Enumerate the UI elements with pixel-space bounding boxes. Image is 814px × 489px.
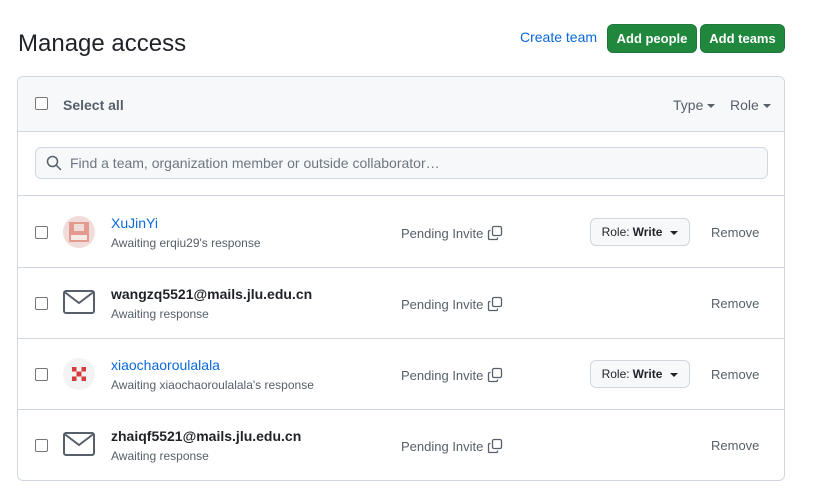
add-people-button[interactable]: Add people	[607, 24, 697, 53]
pending-invite-label: Pending Invite	[401, 296, 484, 312]
member-status: Awaiting response	[111, 307, 209, 321]
remove-button[interactable]: Remove	[711, 225, 759, 240]
pending-invite: Pending Invite	[401, 367, 503, 383]
pending-invite-label: Pending Invite	[401, 367, 484, 383]
role-filter-label: Role	[730, 97, 759, 113]
search-row	[18, 132, 784, 196]
role-value: Write	[632, 225, 663, 239]
member-status: Awaiting response	[111, 449, 209, 463]
member-name-link[interactable]: XuJinYi	[111, 215, 158, 231]
remove-button[interactable]: Remove	[711, 296, 759, 311]
panel-header: Select all Type Role	[18, 77, 784, 132]
role-dropdown-button[interactable]: Role: Write	[590, 360, 690, 388]
copy-icon[interactable]	[487, 225, 503, 241]
remove-button[interactable]: Remove	[711, 438, 759, 453]
avatar[interactable]	[63, 358, 95, 390]
member-row: XuJinYi Awaiting erqiu29's response Pend…	[18, 197, 784, 268]
select-all-checkbox[interactable]	[35, 97, 48, 110]
chevron-down-icon	[670, 230, 679, 235]
pending-invite: Pending Invite	[401, 225, 503, 241]
remove-button[interactable]: Remove	[711, 367, 759, 382]
mail-icon	[63, 290, 95, 319]
member-row: zhaiqf5521@mails.jlu.edu.cn Awaiting res…	[18, 410, 784, 480]
chevron-down-icon	[707, 103, 716, 108]
access-panel: Select all Type Role XuJinYi	[17, 76, 785, 481]
type-filter-dropdown[interactable]: Type	[673, 97, 716, 113]
copy-icon[interactable]	[487, 296, 503, 312]
member-email: wangzq5521@mails.jlu.edu.cn	[111, 286, 313, 302]
role-prefix: Role:	[601, 225, 630, 239]
pending-invite-label: Pending Invite	[401, 225, 484, 241]
member-status: Awaiting xiaochaoroulalala's response	[111, 378, 314, 392]
member-row: wangzq5521@mails.jlu.edu.cn Awaiting res…	[18, 268, 784, 339]
page-title: Manage access	[18, 30, 187, 57]
pending-invite: Pending Invite	[401, 296, 503, 312]
search-box	[35, 147, 768, 179]
avatar[interactable]	[63, 216, 95, 248]
pending-invite: Pending Invite	[401, 438, 503, 454]
select-all-label: Select all	[63, 97, 124, 113]
type-filter-label: Type	[673, 97, 704, 113]
pending-invite-label: Pending Invite	[401, 438, 484, 454]
role-prefix: Role:	[601, 367, 630, 381]
row-checkbox[interactable]	[35, 297, 48, 310]
member-row: xiaochaoroulalala Awaiting xiaochaoroula…	[18, 339, 784, 410]
mail-icon	[63, 432, 95, 461]
chevron-down-icon	[670, 372, 679, 377]
role-value: Write	[632, 367, 663, 381]
copy-icon[interactable]	[487, 367, 503, 383]
role-dropdown-button[interactable]: Role: Write	[590, 218, 690, 246]
member-name-link[interactable]: xiaochaoroulalala	[111, 357, 220, 373]
member-status: Awaiting erqiu29's response	[111, 236, 261, 250]
search-icon	[46, 155, 62, 171]
member-email: zhaiqf5521@mails.jlu.edu.cn	[111, 428, 302, 444]
role-filter-dropdown[interactable]: Role	[730, 97, 771, 113]
create-team-link[interactable]: Create team	[520, 29, 597, 45]
chevron-down-icon	[762, 103, 771, 108]
search-input[interactable]	[70, 155, 750, 171]
row-checkbox[interactable]	[35, 226, 48, 239]
add-teams-button[interactable]: Add teams	[700, 24, 785, 53]
row-checkbox[interactable]	[35, 368, 48, 381]
row-checkbox[interactable]	[35, 439, 48, 452]
copy-icon[interactable]	[487, 438, 503, 454]
